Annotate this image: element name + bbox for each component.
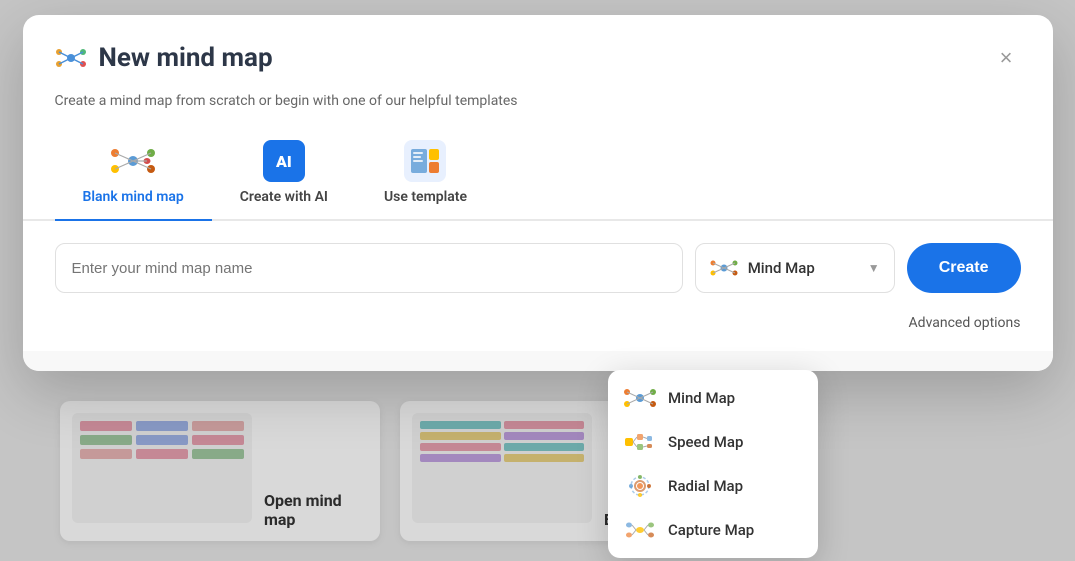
advanced-options-row: Advanced options xyxy=(23,315,1053,351)
modal: New mind map × Create a mind map from sc… xyxy=(23,15,1053,371)
tab-blank-mind-map[interactable]: Blank mind map xyxy=(55,129,212,221)
dropdown-item-radial-map[interactable]: Radial Map xyxy=(608,464,818,508)
type-dropdown: Mind Map Speed Map xyxy=(608,370,818,558)
close-button[interactable]: × xyxy=(992,43,1021,73)
dropdown-item-capture-map[interactable]: Capture Map xyxy=(608,508,818,552)
modal-header: New mind map × xyxy=(23,15,1053,93)
tab-blank-label: Blank mind map xyxy=(83,189,184,205)
dropdown-item-mind-map[interactable]: Mind Map xyxy=(608,376,818,420)
type-selector-icon xyxy=(710,258,738,278)
tab-create-with-ai[interactable]: AI Create with AI xyxy=(212,129,356,221)
ai-icon: AI xyxy=(263,140,305,182)
dropdown-item-speed-map[interactable]: Speed Map xyxy=(608,420,818,464)
mind-map-dropdown-icon xyxy=(624,386,656,410)
tab-use-template[interactable]: Use template xyxy=(356,129,495,221)
dropdown-radial-map-label: Radial Map xyxy=(668,477,743,495)
input-section: Mind Map ▼ Create xyxy=(23,221,1053,315)
dropdown-capture-map-label: Capture Map xyxy=(668,521,754,539)
modal-title: New mind map xyxy=(99,43,273,73)
template-icon xyxy=(404,140,446,182)
modal-subtitle: Create a mind map from scratch or begin … xyxy=(23,93,1053,129)
type-selector-current: Mind Map xyxy=(748,259,858,277)
capture-map-dropdown-icon xyxy=(624,518,656,542)
ai-icon-container: AI xyxy=(258,141,310,181)
dropdown-mind-map-label: Mind Map xyxy=(668,389,735,407)
tab-bar: Blank mind map AI Create with AI xyxy=(23,129,1053,221)
template-icon-container xyxy=(399,141,451,181)
blank-mindmap-icon-container xyxy=(107,141,159,181)
dropdown-speed-map-label: Speed Map xyxy=(668,433,743,451)
create-button[interactable]: Create xyxy=(907,243,1021,293)
modal-bottom xyxy=(23,351,1053,371)
radial-map-dropdown-icon xyxy=(624,474,656,498)
type-selector[interactable]: Mind Map ▼ xyxy=(695,243,895,293)
blank-mindmap-icon xyxy=(107,143,159,179)
modal-overlay: New mind map × Create a mind map from sc… xyxy=(0,0,1075,561)
mind-map-name-input[interactable] xyxy=(55,243,683,293)
mindmap-logo-icon xyxy=(55,44,87,72)
tab-ai-label: Create with AI xyxy=(240,189,328,205)
tab-template-label: Use template xyxy=(384,189,467,205)
modal-title-group: New mind map xyxy=(55,43,273,73)
advanced-options-text[interactable]: Advanced options xyxy=(909,315,1021,331)
chevron-down-icon: ▼ xyxy=(868,261,880,275)
speed-map-dropdown-icon xyxy=(624,430,656,454)
